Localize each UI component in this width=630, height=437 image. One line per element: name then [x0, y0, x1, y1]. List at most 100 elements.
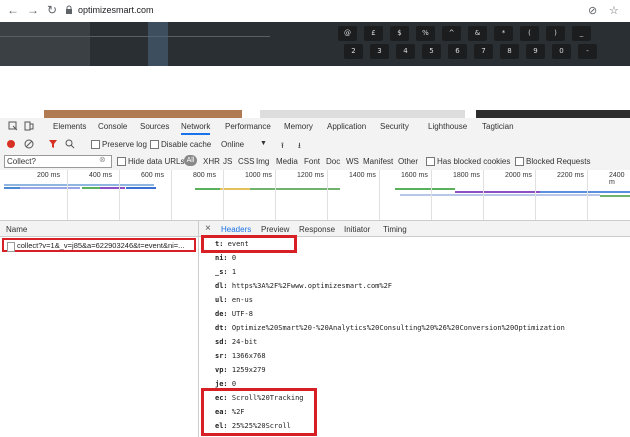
- inspect-icon[interactable]: [8, 121, 18, 131]
- param-value: UTF-8: [231, 310, 253, 318]
- type-css[interactable]: CSS: [238, 157, 254, 166]
- keyboard-key: $: [390, 26, 409, 41]
- timeline-tick: 2200 ms: [557, 172, 584, 179]
- arrow-right-icon[interactable]: →: [26, 3, 40, 17]
- timeline-gridline: [535, 170, 536, 220]
- tab-security[interactable]: Security: [380, 122, 409, 131]
- filter-icon[interactable]: [48, 139, 58, 149]
- timeline-tick: 1400 ms: [349, 172, 376, 179]
- timeline-tick: 1200 ms: [297, 172, 324, 179]
- param-value: 1366x768: [231, 352, 266, 360]
- blocked-requests-checkbox[interactable]: [515, 157, 524, 166]
- tab-preview[interactable]: Preview: [261, 225, 289, 234]
- timeline-bar: [400, 194, 600, 196]
- clear-icon[interactable]: [24, 139, 34, 149]
- timeline-bar: [195, 188, 221, 190]
- query-param-row: dl: https%3A%2F%2Fwww.optimizesmart.com%…: [215, 282, 392, 290]
- timeline-gridline: [275, 170, 276, 220]
- has-blocked-cookies-checkbox[interactable]: [426, 157, 435, 166]
- timeline-bar: [4, 187, 20, 189]
- type-manifest[interactable]: Manifest: [363, 157, 393, 166]
- filter-input[interactable]: Collect?: [4, 155, 112, 168]
- param-key: dl:: [215, 282, 228, 290]
- star-icon[interactable]: ☆: [609, 4, 619, 17]
- timeline-bar: [126, 187, 156, 189]
- record-icon[interactable]: [7, 140, 15, 148]
- hero-image: @ £ $% ^ & * () _ 2 3 4 5 6 7 8 9 0-: [0, 22, 630, 66]
- throttle-select[interactable]: Online: [221, 140, 244, 149]
- tab-sources[interactable]: Sources: [140, 122, 169, 131]
- reload-icon[interactable]: ↻: [45, 3, 59, 17]
- tab-response[interactable]: Response: [299, 225, 335, 234]
- disable-cache-checkbox[interactable]: [150, 140, 159, 149]
- timeline-gridline: [223, 170, 224, 220]
- keyboard-key: 3: [370, 44, 389, 59]
- highlight-box: [201, 235, 297, 253]
- query-param-row: ul: en-us: [215, 296, 253, 304]
- arrow-left-icon[interactable]: ←: [6, 3, 20, 17]
- type-js[interactable]: JS: [223, 157, 232, 166]
- param-key: de:: [215, 310, 228, 318]
- tab-initiator[interactable]: Initiator: [344, 225, 370, 234]
- param-value: 0: [231, 380, 237, 388]
- hide-data-urls-checkbox[interactable]: [117, 157, 126, 166]
- request-details: × Headers Preview Response Initiator Tim…: [199, 221, 630, 437]
- url-field[interactable]: optimizesmart.com: [78, 5, 154, 15]
- param-key: dt:: [215, 324, 228, 332]
- keyboard-key: ): [546, 26, 565, 41]
- tab-headers[interactable]: Headers: [221, 225, 251, 234]
- device-toggle-icon[interactable]: [24, 121, 34, 131]
- preserve-log-checkbox[interactable]: [91, 140, 100, 149]
- keyboard-key: *: [494, 26, 513, 41]
- query-param-row: vp: 1259x279: [215, 366, 266, 374]
- tab-memory[interactable]: Memory: [284, 122, 313, 131]
- timeline-bar: [100, 187, 125, 189]
- search-icon[interactable]: [65, 139, 75, 149]
- type-ws[interactable]: WS: [346, 157, 359, 166]
- tab-elements[interactable]: Elements: [53, 122, 86, 131]
- timeline-overview[interactable]: 200 ms 400 ms 600 ms 800 ms 1000 ms 1200 ms 14…: [0, 170, 630, 221]
- query-param-row: sd: 24-bit: [215, 338, 257, 346]
- type-other[interactable]: Other: [398, 157, 418, 166]
- keyboard-key: &: [468, 26, 487, 41]
- request-row[interactable]: collect?v=1&_v=j85&a=622903246&t=event&n…: [2, 238, 196, 252]
- query-param-row: sr: 1366x768: [215, 352, 266, 360]
- type-doc[interactable]: Doc: [326, 157, 340, 166]
- tab-tagtician[interactable]: Tagtician: [482, 122, 514, 131]
- clear-filter-icon[interactable]: ⊗: [99, 155, 106, 164]
- param-key: ul:: [215, 296, 228, 304]
- timeline-gridline: [171, 170, 172, 220]
- type-xhr[interactable]: XHR: [203, 157, 220, 166]
- timeline-bar: [82, 187, 102, 189]
- name-column-header[interactable]: Name: [0, 221, 198, 237]
- timeline-bar: [4, 184, 154, 186]
- param-value: en-us: [231, 296, 253, 304]
- keyboard-key: (: [520, 26, 539, 41]
- keyboard-key: 7: [474, 44, 493, 59]
- keyboard-key: 8: [500, 44, 519, 59]
- type-font[interactable]: Font: [304, 157, 320, 166]
- type-media[interactable]: Media: [276, 157, 298, 166]
- param-value: Optimize%20Smart%20-%20Analytics%20Consu…: [231, 324, 565, 332]
- tab-timing[interactable]: Timing: [383, 225, 407, 234]
- keyboard-key: 6: [448, 44, 467, 59]
- thumbnail-3: [476, 110, 630, 118]
- tab-application[interactable]: Application: [327, 122, 366, 131]
- timeline-tick: 800 ms: [193, 172, 216, 179]
- timeline-gridline: [587, 170, 588, 220]
- chevron-down-icon[interactable]: ▼: [260, 140, 267, 147]
- timeline-tick: 2400 m: [609, 172, 625, 186]
- keyboard-key: 2: [344, 44, 363, 59]
- tab-console[interactable]: Console: [98, 122, 127, 131]
- close-icon[interactable]: ×: [205, 223, 211, 234]
- tab-performance[interactable]: Performance: [225, 122, 271, 131]
- tab-lighthouse[interactable]: Lighthouse: [428, 122, 467, 131]
- type-all[interactable]: All: [184, 155, 197, 166]
- tab-network[interactable]: Network: [181, 122, 211, 135]
- thumbnail-1: [44, 110, 242, 118]
- eye-off-icon[interactable]: ⊘: [588, 4, 597, 17]
- type-img[interactable]: Img: [256, 157, 269, 166]
- keyboard-key: -: [578, 44, 597, 59]
- timeline-tick: 1000 ms: [245, 172, 272, 179]
- timeline-gridline: [119, 170, 120, 220]
